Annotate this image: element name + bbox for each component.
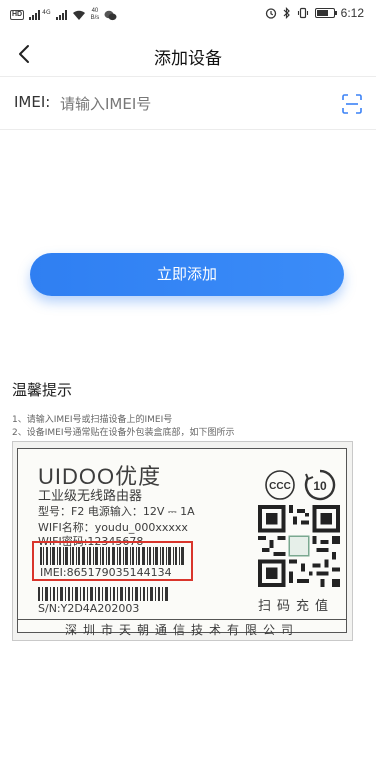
label-serial: S/N:Y2D4A202003: [38, 602, 140, 615]
signal-icon: [29, 10, 41, 20]
label-product: 工业级无线路由器: [38, 489, 143, 504]
label-scan-recharge: 扫码充值: [258, 599, 335, 614]
ccc-text: CCC: [269, 481, 291, 492]
tip-line-2: 2、设备IMEI号通常贴在设备外包装盒底部，如下图所示: [12, 428, 235, 438]
imei-highlight-box: IMEI:865179035144134: [32, 541, 193, 581]
status-right: 6:12: [265, 6, 364, 20]
wechat-icon: [104, 10, 117, 20]
device-label-image: UIDOO优度 工业级无线路由器 型号：F2 电源输入：12V ⎓ 1A WIF…: [12, 441, 353, 641]
tips-title: 温馨提示: [12, 381, 73, 399]
imei-input-row: IMEI:: [0, 76, 376, 130]
serial-barcode: [38, 587, 168, 601]
environmental-years-icon: 10: [304, 469, 336, 501]
status-left: HD 4G 40 B/s: [10, 8, 117, 22]
label-company: 深圳市天朝通信技术有限公司: [64, 623, 299, 637]
ccc-certification-icon: CCC: [265, 470, 295, 500]
imei-label: IMEI:: [14, 93, 51, 111]
signal-icon-2: [55, 10, 67, 20]
bluetooth-icon: [283, 7, 290, 19]
battery-icon: [314, 8, 337, 18]
net-speed-unit: B/s: [90, 15, 100, 21]
imei-barcode: [40, 547, 184, 565]
network-type: 4G: [42, 8, 51, 16]
status-bar: HD 4G 40 B/s 6:12: [0, 0, 376, 32]
net-speed-value: 40: [91, 8, 99, 14]
add-now-button[interactable]: 立即添加: [30, 253, 344, 296]
vibrate-icon: [297, 7, 308, 19]
nav-bar: 添加设备: [0, 32, 376, 76]
device-label-sticker: UIDOO优度 工业级无线路由器 型号：F2 电源输入：12V ⎓ 1A WIF…: [17, 448, 347, 637]
hd-icon: HD: [10, 10, 25, 20]
qr-code-icon: [258, 505, 340, 587]
wifi-icon: [72, 10, 85, 20]
scan-frame-icon[interactable]: [342, 94, 362, 114]
years-text: 10: [313, 479, 327, 493]
net-speed: 40 B/s: [91, 8, 100, 22]
alarm-icon: [265, 8, 276, 19]
label-model-line: 型号：F2 电源输入：12V ⎓ 1A: [38, 505, 195, 518]
imei-input[interactable]: [60, 89, 320, 119]
tip-line-1: 1、请输入IMEI号或扫描设备上的IMEI号: [12, 415, 173, 425]
page-title: 添加设备: [154, 49, 222, 69]
label-imei: IMEI:865179035144134: [40, 566, 172, 579]
status-time: 6:12: [340, 6, 364, 20]
